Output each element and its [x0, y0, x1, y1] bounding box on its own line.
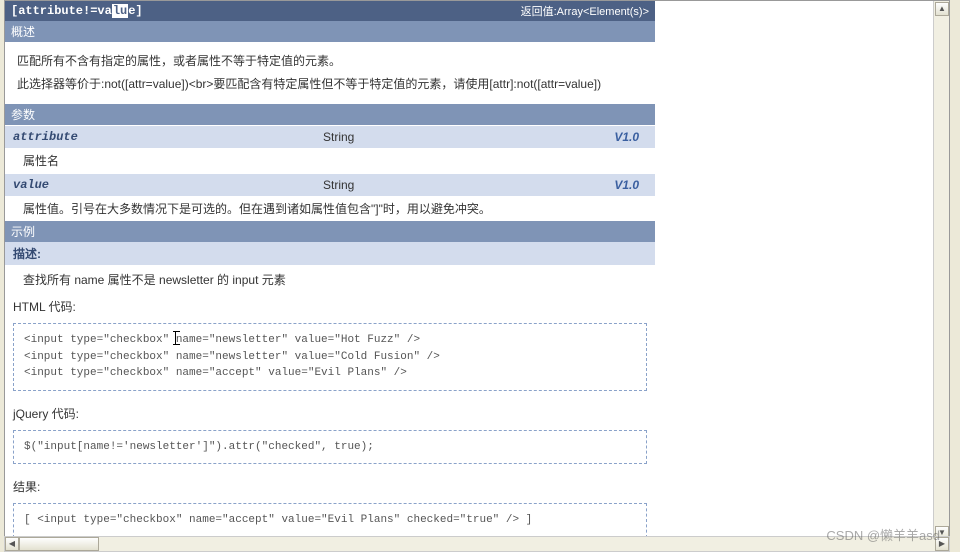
result-label: 结果: [5, 474, 655, 499]
selector-suffix: e] [128, 4, 142, 18]
jquery-code-label: jQuery 代码: [5, 401, 655, 426]
scroll-right-button[interactable]: ▶ [935, 537, 949, 551]
doc-inner: [attribute!=value] 返回值:Array<Element(s)>… [5, 1, 655, 538]
param-row: attribute String V1.0 [5, 125, 655, 148]
return-value: 返回值:Array<Element(s)> [521, 3, 649, 19]
overview-block: 匹配所有不含有指定的属性，或者属性不等于特定值的元素。 此选择器等价于:not(… [5, 42, 655, 104]
param-version: V1.0 [513, 130, 647, 144]
horizontal-scrollbar[interactable]: ◀ ▶ [4, 536, 950, 552]
html-code-box: <input type="checkbox" name="newsletter"… [13, 323, 647, 391]
selector-prefix: [attribute!=va [11, 4, 112, 18]
hscroll-track[interactable] [19, 537, 935, 551]
result-code-box: [ <input type="checkbox" name="accept" v… [13, 503, 647, 538]
jquery-code-box: $("input[name!='newsletter']").attr("che… [13, 430, 647, 465]
param-row: value String V1.0 [5, 173, 655, 196]
param-desc: 属性值。引号在大多数情况下是可选的。但在遇到诸如属性值包含"]"时，用以避免冲突… [5, 196, 655, 221]
param-name: value [13, 178, 323, 192]
hscroll-thumb[interactable] [19, 537, 99, 551]
scroll-left-button[interactable]: ◀ [5, 537, 19, 551]
html-code-label: HTML 代码: [5, 294, 655, 319]
param-name: attribute [13, 130, 323, 144]
document-frame: [attribute!=value] 返回值:Array<Element(s)>… [4, 0, 950, 540]
param-type: String [323, 130, 513, 144]
param-type: String [323, 178, 513, 192]
section-params-head: 参数 [5, 104, 655, 125]
content-pane: [attribute!=value] 返回值:Array<Element(s)>… [5, 1, 933, 539]
text-cursor-icon [175, 331, 176, 345]
overview-p1: 匹配所有不含有指定的属性，或者属性不等于特定值的元素。 [17, 52, 643, 71]
vscroll-track[interactable] [934, 17, 949, 525]
selector-highlight: lu [112, 4, 128, 18]
section-example-head: 示例 [5, 221, 655, 242]
example-desc: 查找所有 name 属性不是 newsletter 的 input 元素 [5, 265, 655, 294]
section-overview-head: 概述 [5, 21, 655, 42]
scroll-up-button[interactable]: ▲ [935, 2, 949, 16]
param-desc: 属性名 [5, 148, 655, 173]
title-bar: [attribute!=value] 返回值:Array<Element(s)> [5, 1, 655, 21]
overview-p2: 此选择器等价于:not([attr=value])<br>要匹配含有特定属性但不… [17, 75, 643, 94]
example-desc-label: 描述: [5, 242, 655, 265]
selector-title: [attribute!=value] [11, 4, 143, 18]
vertical-scrollbar[interactable]: ▲ ▼ [933, 1, 949, 540]
param-version: V1.0 [513, 178, 647, 192]
